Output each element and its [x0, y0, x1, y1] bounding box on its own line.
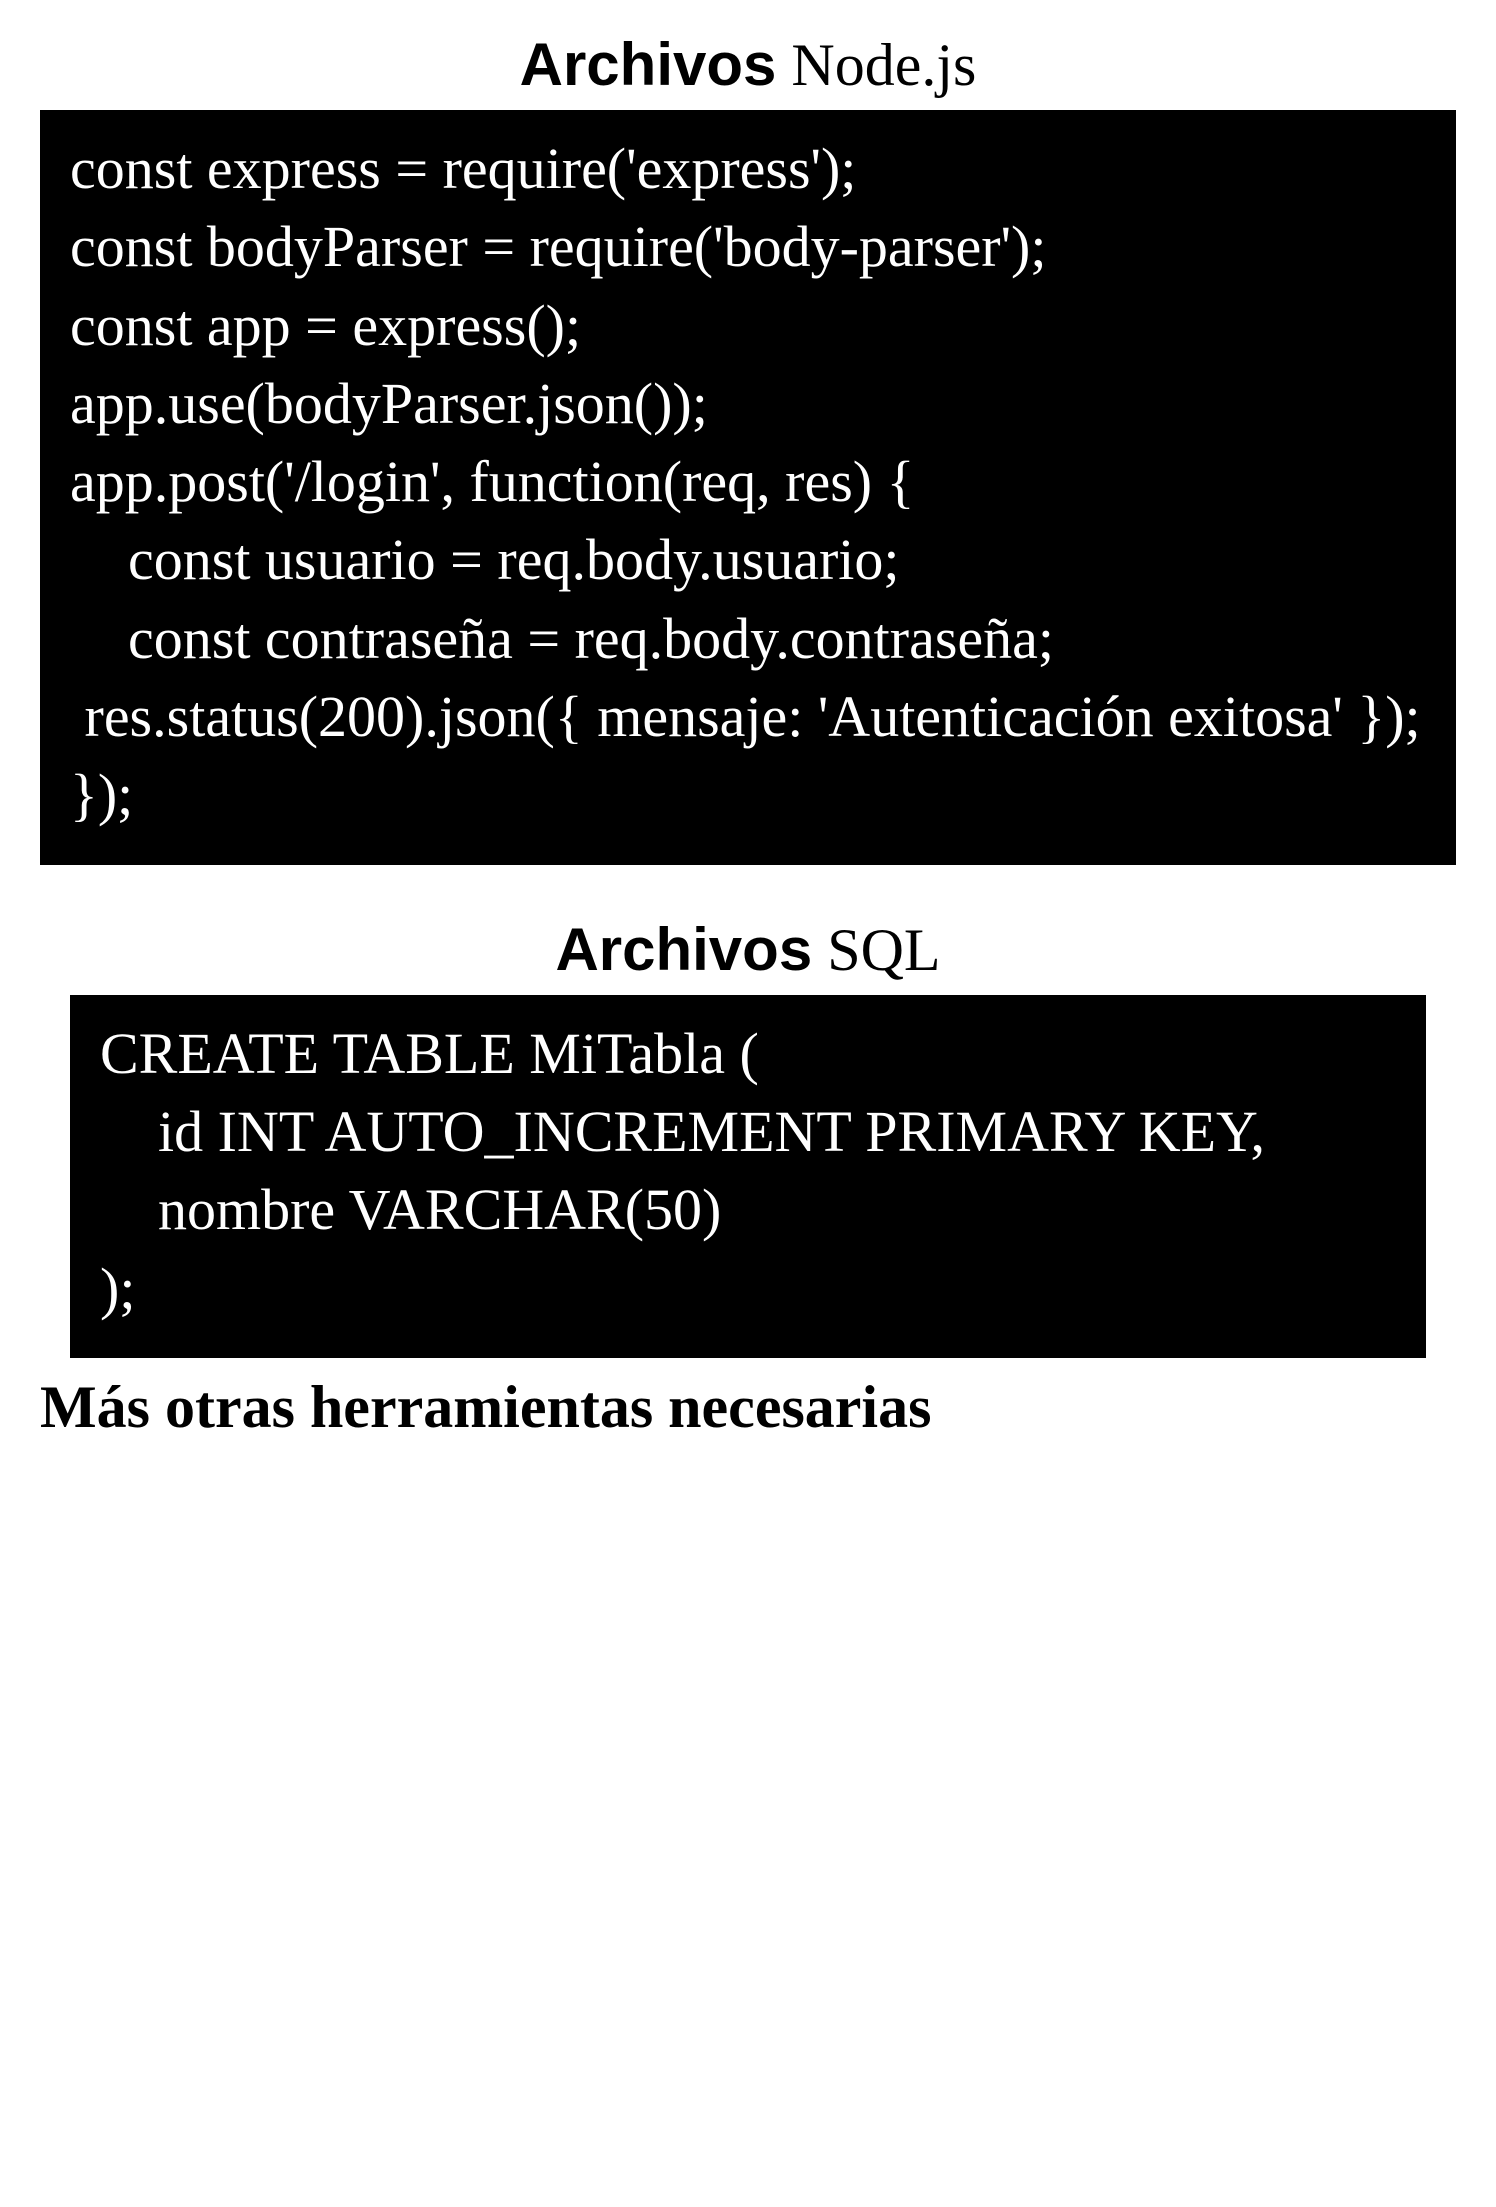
- footer-text: Más otras herramientas necesarias: [40, 1373, 1476, 1442]
- code-block-sql: CREATE TABLE MiTabla ( id INT AUTO_INCRE…: [70, 995, 1426, 1358]
- heading-nodejs: Archivos Node.js: [20, 30, 1476, 100]
- heading-sql: Archivos SQL: [20, 915, 1476, 985]
- heading-bold-1: Archivos: [520, 31, 777, 98]
- code-block-nodejs: const express = require('express'); cons…: [40, 110, 1456, 865]
- heading-normal-2: SQL: [812, 917, 940, 983]
- heading-bold-2: Archivos: [555, 916, 812, 983]
- heading-normal-1: Node.js: [776, 32, 976, 98]
